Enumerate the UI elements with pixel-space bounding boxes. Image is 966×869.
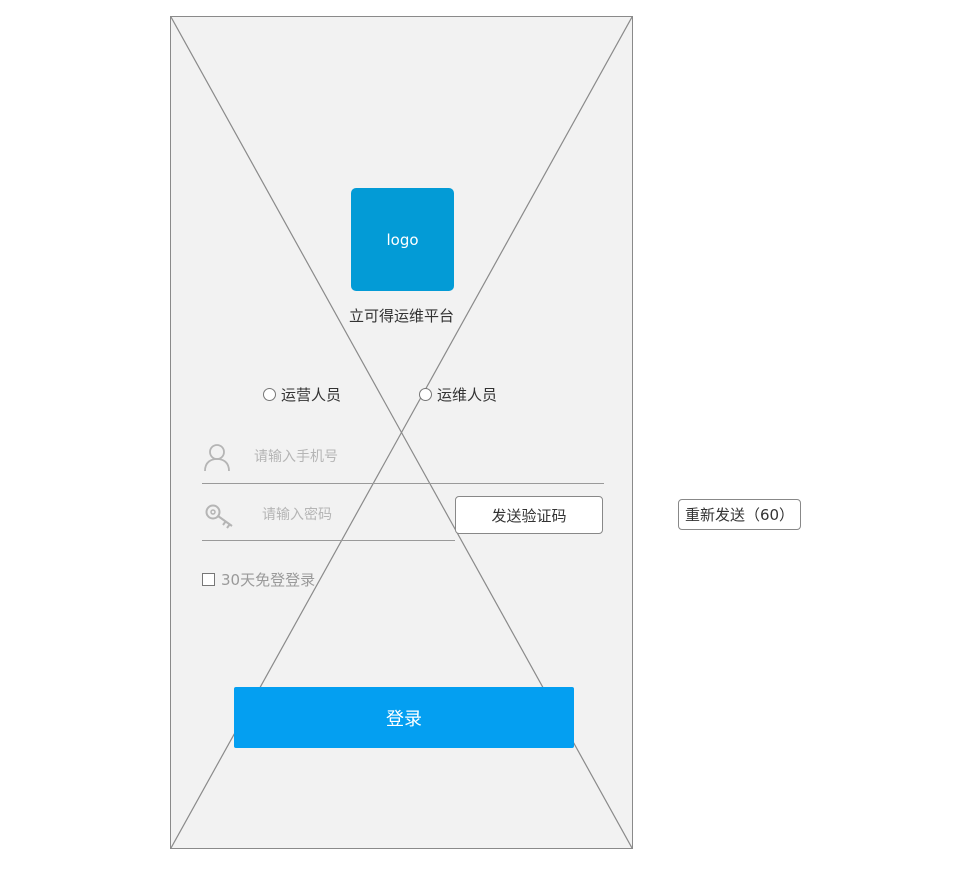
password-input-underline — [202, 540, 455, 541]
remember-label: 30天免登登录 — [221, 571, 316, 589]
phone-wireframe-frame: logo 立可得运维平台 运营人员 运维人员 请输入手机号 请输入密码 发送验证… — [170, 16, 633, 849]
app-title: 立可得运维平台 — [348, 307, 454, 325]
phone-input-underline — [202, 483, 604, 484]
radio-operations[interactable] — [263, 388, 276, 401]
role-option-maintenance[interactable]: 运维人员 — [419, 384, 497, 405]
remember-login-option[interactable]: 30天免登登录 — [202, 569, 315, 590]
login-button[interactable]: 登录 — [234, 687, 574, 748]
role-option-operations[interactable]: 运营人员 — [263, 384, 341, 405]
phone-input[interactable]: 请输入手机号 — [254, 446, 338, 466]
role-label-operations: 运营人员 — [281, 386, 342, 404]
role-label-maintenance: 运维人员 — [437, 386, 498, 404]
resend-code-button[interactable]: 重新发送（60） — [678, 499, 801, 530]
send-code-button[interactable]: 发送验证码 — [455, 496, 603, 534]
logo-text: logo — [386, 230, 419, 249]
key-icon — [205, 504, 233, 529]
remember-checkbox[interactable] — [202, 573, 215, 586]
radio-maintenance[interactable] — [419, 388, 432, 401]
user-icon — [204, 444, 230, 472]
password-input[interactable]: 请输入密码 — [262, 504, 332, 524]
app-logo: logo — [351, 188, 454, 291]
